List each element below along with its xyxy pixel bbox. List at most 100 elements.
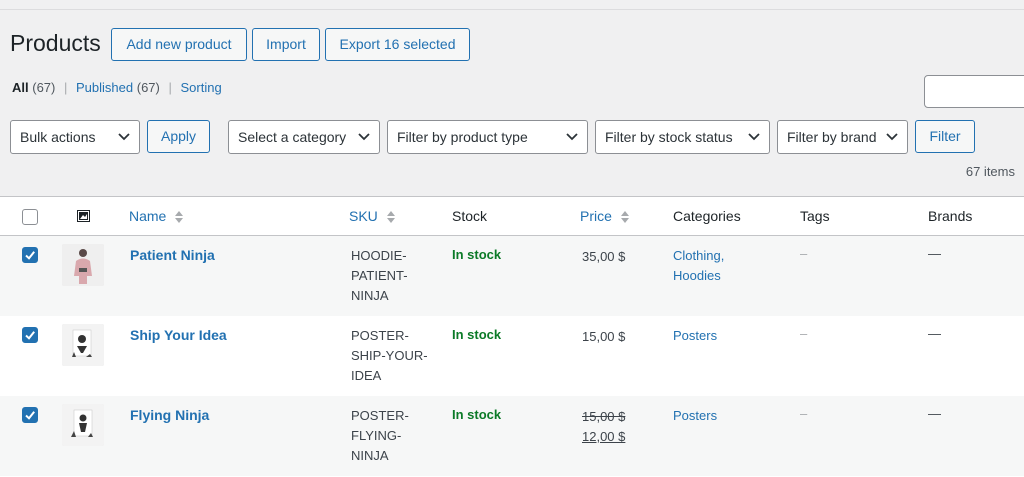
sort-icon bbox=[620, 211, 629, 224]
view-published-link[interactable]: Published bbox=[76, 80, 133, 95]
sku-line: POSTER- bbox=[351, 328, 409, 343]
column-tags: Tags bbox=[800, 208, 830, 224]
product-thumbnail[interactable] bbox=[62, 404, 104, 446]
row-checkbox[interactable] bbox=[22, 327, 38, 343]
column-sku-sort[interactable]: SKU bbox=[349, 208, 395, 224]
product-categories: Posters bbox=[673, 326, 743, 346]
stock-status: In stock bbox=[452, 247, 502, 262]
sku-line: IDEA bbox=[351, 368, 382, 383]
column-price-sort[interactable]: Price bbox=[580, 208, 629, 224]
hoodie-icon bbox=[62, 244, 104, 286]
checkmark-icon bbox=[25, 411, 35, 420]
chevron-down-icon bbox=[748, 133, 760, 141]
product-type-select-label: Filter by product type bbox=[397, 129, 528, 145]
product-brands: — bbox=[928, 326, 941, 341]
product-name-link[interactable]: Patient Ninja bbox=[130, 247, 215, 263]
stock-status-select-label: Filter by stock status bbox=[605, 129, 733, 145]
brand-select[interactable]: Filter by brand bbox=[777, 120, 908, 154]
sku-line: FLYING- bbox=[351, 428, 402, 443]
apply-button[interactable]: Apply bbox=[147, 120, 210, 153]
chevron-down-icon bbox=[118, 133, 130, 141]
sku-line: NINJA bbox=[351, 288, 389, 303]
product-type-select[interactable]: Filter by product type bbox=[387, 120, 588, 154]
category-link[interactable]: Hoodies bbox=[673, 266, 743, 286]
product-price: 15,00 $ bbox=[582, 329, 626, 344]
product-categories: Clothing, Hoodies bbox=[673, 246, 743, 286]
checkmark-icon bbox=[25, 331, 35, 340]
admin-top-border bbox=[0, 0, 1024, 10]
product-tags: – bbox=[800, 406, 808, 421]
row-checkbox[interactable] bbox=[22, 407, 38, 423]
separator: | bbox=[168, 80, 172, 95]
product-brands: — bbox=[928, 246, 941, 261]
view-all-count: (67) bbox=[32, 80, 56, 95]
category-select-label: Select a category bbox=[238, 129, 347, 145]
product-price: 35,00 $ bbox=[582, 249, 626, 264]
product-sku: POSTER- SHIP-YOUR- IDEA bbox=[351, 326, 431, 386]
chevron-down-icon bbox=[886, 133, 898, 141]
table-row: Patient Ninja HOODIE- PATIENT- NINJA In … bbox=[0, 236, 1024, 316]
checkmark-icon bbox=[25, 251, 35, 260]
select-all-checkbox[interactable] bbox=[22, 209, 38, 225]
product-name-link[interactable]: Ship Your Idea bbox=[130, 327, 227, 343]
sort-icon bbox=[175, 211, 184, 224]
column-categories: Categories bbox=[673, 208, 741, 224]
export-selected-button[interactable]: Export 16 selected bbox=[325, 28, 470, 61]
filter-button[interactable]: Filter bbox=[915, 120, 975, 153]
column-brands: Brands bbox=[928, 208, 973, 224]
product-sku: HOODIE- PATIENT- NINJA bbox=[351, 246, 431, 306]
sku-line: PATIENT- bbox=[351, 268, 408, 283]
column-price-label: Price bbox=[580, 208, 612, 224]
table-row: Flying Ninja POSTER- FLYING- NINJA In st… bbox=[0, 396, 1024, 476]
product-thumbnail[interactable] bbox=[62, 244, 104, 286]
bulk-actions-label: Bulk actions bbox=[20, 129, 96, 145]
category-link[interactable]: Posters bbox=[673, 406, 743, 426]
brand-select-label: Filter by brand bbox=[787, 129, 877, 145]
column-sku-label: SKU bbox=[349, 208, 378, 224]
product-tags: – bbox=[800, 326, 808, 341]
view-published-count: (67) bbox=[136, 80, 160, 95]
sku-line: HOODIE- bbox=[351, 248, 407, 263]
sku-line: NINJA bbox=[351, 448, 389, 463]
stock-status-select[interactable]: Filter by stock status bbox=[595, 120, 770, 154]
sku-line: POSTER- bbox=[351, 408, 409, 423]
poster-icon bbox=[62, 324, 104, 366]
product-brands: — bbox=[928, 406, 941, 421]
separator: | bbox=[64, 80, 68, 95]
category-link[interactable]: Clothing, bbox=[673, 246, 743, 266]
product-sku: POSTER- FLYING- NINJA bbox=[351, 406, 431, 466]
add-new-product-button[interactable]: Add new product bbox=[111, 28, 247, 61]
product-price: 15,00 $ 12,00 $ bbox=[582, 407, 625, 447]
stock-status: In stock bbox=[452, 327, 502, 342]
table-header: Name SKU Stock Price Categories Tags Bra… bbox=[0, 197, 1024, 236]
view-all-link[interactable]: All bbox=[12, 80, 29, 95]
product-name-link[interactable]: Flying Ninja bbox=[130, 407, 209, 423]
view-sorting-link[interactable]: Sorting bbox=[181, 80, 222, 95]
product-thumbnail[interactable] bbox=[62, 324, 104, 366]
chevron-down-icon bbox=[566, 133, 578, 141]
image-column-icon bbox=[77, 210, 90, 222]
stock-status: In stock bbox=[452, 407, 502, 422]
poster-icon bbox=[62, 404, 104, 446]
column-stock: Stock bbox=[452, 208, 488, 224]
view-filter-links: All (67) | Published (67) | Sorting bbox=[12, 80, 222, 95]
column-name-sort[interactable]: Name bbox=[129, 208, 184, 224]
sale-price: 12,00 $ bbox=[582, 429, 626, 444]
sort-icon bbox=[386, 211, 395, 224]
product-tags: – bbox=[800, 246, 808, 261]
category-link[interactable]: Posters bbox=[673, 326, 743, 346]
column-name-label: Name bbox=[129, 208, 167, 224]
bulk-actions-select[interactable]: Bulk actions bbox=[10, 120, 140, 154]
category-select[interactable]: Select a category bbox=[228, 120, 380, 154]
products-table: Name SKU Stock Price Categories Tags Bra… bbox=[0, 196, 1024, 477]
sku-line: SHIP-YOUR- bbox=[351, 348, 428, 363]
regular-price: 15,00 $ bbox=[582, 409, 626, 424]
search-input[interactable] bbox=[924, 75, 1024, 108]
product-categories: Posters bbox=[673, 406, 743, 426]
items-count: 67 items bbox=[965, 164, 1015, 179]
import-button[interactable]: Import bbox=[252, 28, 320, 61]
table-row: Ship Your Idea POSTER- SHIP-YOUR- IDEA I… bbox=[0, 316, 1024, 396]
row-checkbox[interactable] bbox=[22, 247, 38, 263]
page-title: Products bbox=[10, 30, 101, 56]
chevron-down-icon bbox=[358, 133, 370, 141]
